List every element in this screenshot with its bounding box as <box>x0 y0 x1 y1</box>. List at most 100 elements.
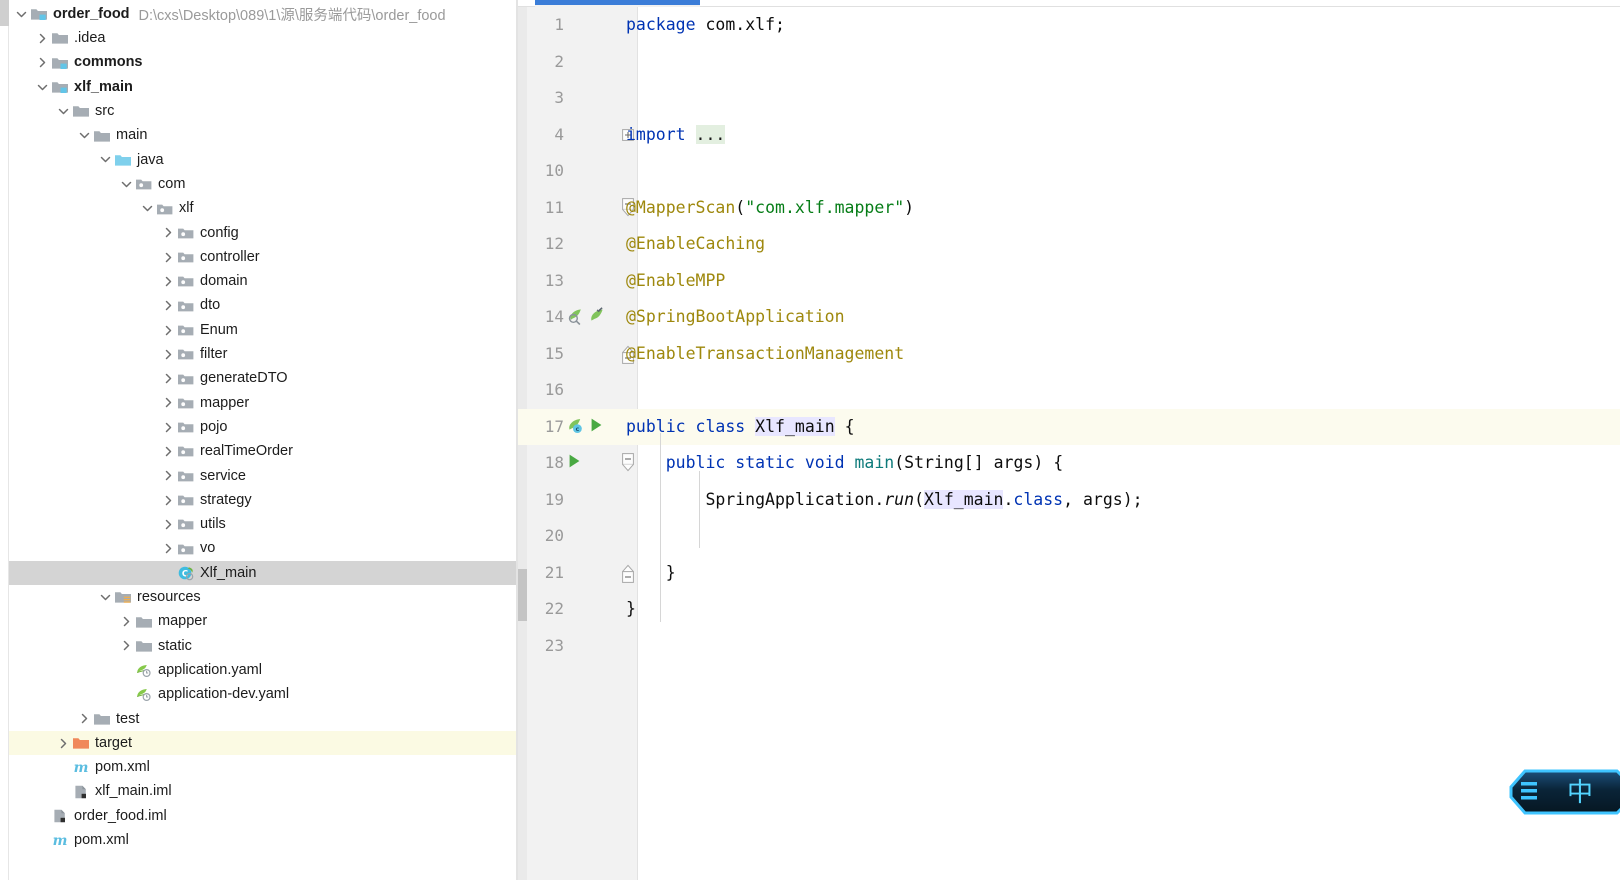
fold-marker-minus-bot[interactable] <box>618 555 638 592</box>
chevron-right-icon[interactable] <box>161 543 176 554</box>
tree-item-filter[interactable]: filter <box>0 342 516 366</box>
chevron-right-icon[interactable] <box>161 300 176 311</box>
sogou-ime-indicator[interactable]: 中 <box>1505 763 1620 819</box>
chevron-right-icon[interactable] <box>119 640 134 651</box>
code-line-19[interactable]: 19 SpringApplication.run(Xlf_main.class, … <box>518 482 1620 519</box>
tree-item-order-food[interactable]: order_food D:\cxs\Desktop\089\1\源\服务端代码\o… <box>0 2 516 26</box>
chevron-right-icon[interactable] <box>161 446 176 457</box>
chevron-right-icon[interactable] <box>161 397 176 408</box>
chevron-down-icon[interactable] <box>98 592 113 603</box>
chevron-right-icon[interactable] <box>161 495 176 506</box>
tree-item-target[interactable]: target <box>0 730 516 756</box>
code-line-18[interactable]: 18 public static void main(String[] args)… <box>518 445 1620 482</box>
tree-item-dto[interactable]: dto <box>0 294 516 318</box>
tree-item-vo[interactable]: vo <box>0 537 516 561</box>
tree-item-test[interactable]: test <box>0 707 516 731</box>
code-area[interactable]: 1 package com.xlf; 2 3 4 import ... 10 11 @Mappe… <box>518 7 1620 880</box>
chevron-right-icon[interactable] <box>77 713 92 724</box>
tree-item-java[interactable]: java <box>0 148 516 172</box>
tree-item-static[interactable]: static <box>0 634 516 658</box>
code-line-3[interactable]: 3 <box>518 80 1620 117</box>
code-text[interactable]: import ... <box>626 117 726 154</box>
code-line-1[interactable]: 1 package com.xlf; <box>518 7 1620 44</box>
tree-item-resources[interactable]: resources <box>0 585 516 609</box>
chevron-right-icon[interactable] <box>161 519 176 530</box>
chevron-right-icon[interactable] <box>56 738 71 749</box>
code-text[interactable]: public static void main(String[] args) { <box>666 445 1063 482</box>
gutter-icons[interactable] <box>566 299 608 336</box>
tree-item-pojo[interactable]: pojo <box>0 415 516 439</box>
tree-item-order-food-iml[interactable]: order_food.iml <box>0 804 516 828</box>
panel-splitter[interactable] <box>516 0 518 880</box>
tree-item--idea[interactable]: .idea <box>0 26 516 50</box>
chevron-down-icon[interactable] <box>140 203 155 214</box>
code-line-15[interactable]: 15 @EnableTransactionManagement <box>518 336 1620 373</box>
chevron-right-icon[interactable] <box>161 373 176 384</box>
tree-item-domain[interactable]: domain <box>0 269 516 293</box>
chevron-right-icon[interactable] <box>161 349 176 360</box>
chevron-down-icon[interactable] <box>56 106 71 117</box>
chevron-down-icon[interactable] <box>14 9 29 20</box>
chevron-down-icon[interactable] <box>35 82 50 93</box>
tree-item-enum[interactable]: Enum <box>0 318 516 342</box>
code-line-13[interactable]: 13 @EnableMPP <box>518 263 1620 300</box>
tree-item-xlf-main[interactable]: C Xlf_main <box>0 560 516 586</box>
chevron-right-icon[interactable] <box>161 470 176 481</box>
spring-check-icon[interactable] <box>588 305 608 329</box>
tree-item-xlf-main[interactable]: xlf_main <box>0 75 516 99</box>
chevron-down-icon[interactable] <box>119 179 134 190</box>
code-line-22[interactable]: 22} <box>518 591 1620 628</box>
code-text[interactable]: @EnableMPP <box>626 263 725 300</box>
chevron-down-icon[interactable] <box>77 130 92 141</box>
tree-item-realtimeorder[interactable]: realTimeOrder <box>0 439 516 463</box>
code-line-10[interactable]: 10 <box>518 153 1620 190</box>
spring-bean-icon[interactable] <box>566 305 586 329</box>
chevron-right-icon[interactable] <box>35 33 50 44</box>
code-line-21[interactable]: 21} <box>518 555 1620 592</box>
tree-item-application-yaml[interactable]: application.yaml <box>0 658 516 682</box>
tree-item-config[interactable]: config <box>0 221 516 245</box>
code-text[interactable]: @MapperScan("com.xlf.mapper") <box>626 190 914 227</box>
run-icon[interactable] <box>566 452 582 474</box>
tree-item-mapper[interactable]: mapper <box>0 609 516 633</box>
code-text[interactable]: } <box>666 555 676 592</box>
tree-item-generatedto[interactable]: generateDTO <box>0 366 516 390</box>
chevron-right-icon[interactable] <box>161 252 176 263</box>
code-line-4[interactable]: 4 import ... <box>518 117 1620 154</box>
code-text[interactable]: @EnableTransactionManagement <box>626 336 904 373</box>
tree-item-commons[interactable]: commons <box>0 51 516 75</box>
code-line-17[interactable]: 17 c public class Xlf_main { <box>518 408 1620 445</box>
code-line-23[interactable]: 23 <box>518 628 1620 665</box>
code-text[interactable]: @SpringBootApplication <box>626 299 845 336</box>
spring-boot-icon[interactable]: c <box>566 415 586 439</box>
chevron-right-icon[interactable] <box>35 57 50 68</box>
code-text[interactable]: package com.xlf; <box>626 7 785 44</box>
project-tree[interactable]: order_food D:\cxs\Desktop\089\1\源\服务端代码\o… <box>0 2 516 852</box>
gutter-icons[interactable] <box>566 445 582 482</box>
chevron-right-icon[interactable] <box>119 616 134 627</box>
code-line-12[interactable]: 12 @EnableCaching <box>518 226 1620 263</box>
code-line-16[interactable]: 16 <box>518 372 1620 409</box>
tree-item-strategy[interactable]: strategy <box>0 488 516 512</box>
tree-item-xlf[interactable]: xlf <box>0 196 516 220</box>
chevron-right-icon[interactable] <box>161 422 176 433</box>
tree-item-mapper[interactable]: mapper <box>0 391 516 415</box>
tree-item-pom-xml[interactable]: m pom.xml <box>0 828 516 852</box>
tree-item-com[interactable]: com <box>0 172 516 196</box>
chevron-right-icon[interactable] <box>161 325 176 336</box>
chevron-right-icon[interactable] <box>161 276 176 287</box>
tree-item-application-dev-yaml[interactable]: application-dev.yaml <box>0 682 516 706</box>
tree-vertical-scrollbar[interactable] <box>0 0 9 880</box>
tree-scrollbar-thumb[interactable] <box>0 0 9 26</box>
tree-item-pom-xml[interactable]: m pom.xml <box>0 755 516 779</box>
code-text[interactable]: } <box>626 591 636 628</box>
tree-item-xlf-main-iml[interactable]: xlf_main.iml <box>0 780 516 804</box>
run-icon[interactable] <box>588 416 604 438</box>
code-line-20[interactable]: 20 <box>518 518 1620 555</box>
code-text[interactable]: @EnableCaching <box>626 226 765 263</box>
tree-item-utils[interactable]: utils <box>0 512 516 536</box>
code-line-2[interactable]: 2 <box>518 44 1620 81</box>
tree-item-controller[interactable]: controller <box>0 245 516 269</box>
code-line-14[interactable]: 14 @SpringBootApplication <box>518 299 1620 336</box>
chevron-down-icon[interactable] <box>98 154 113 165</box>
